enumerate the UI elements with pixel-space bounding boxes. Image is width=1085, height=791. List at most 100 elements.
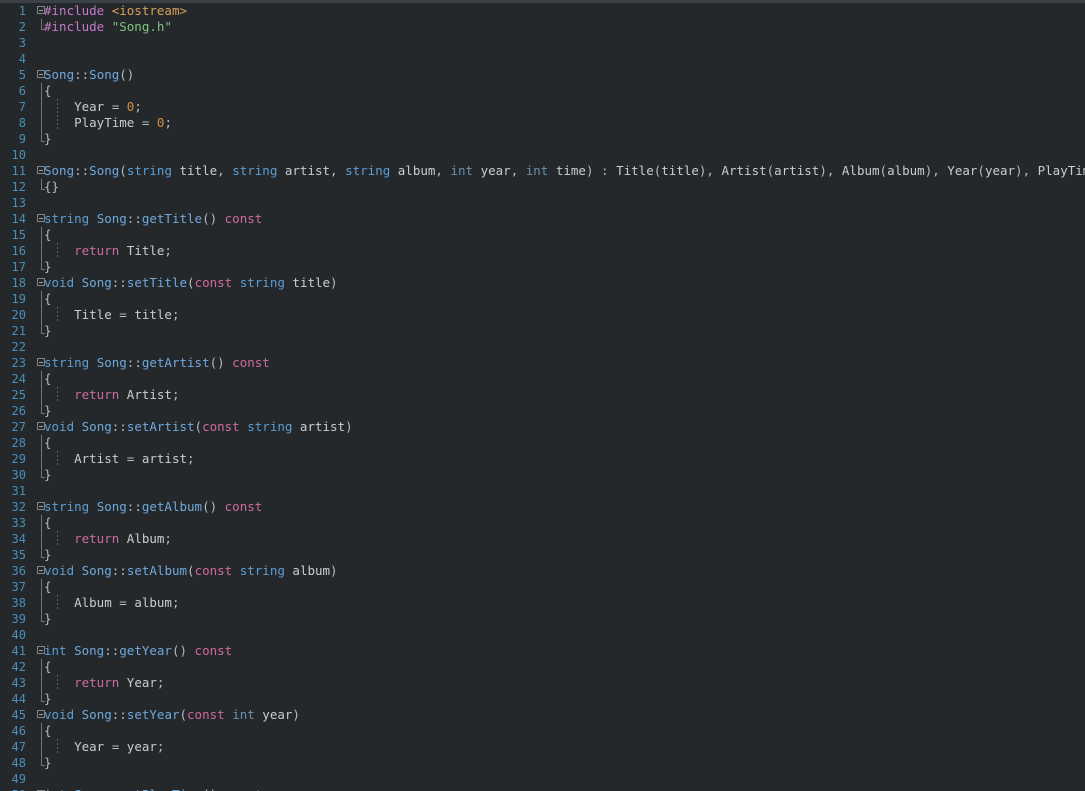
code-line[interactable]: 41 int Song::getYear() const (0, 643, 1085, 659)
code-line[interactable]: 11 Song::Song(string title, string artist… (0, 163, 1085, 179)
token-pun: ( (194, 419, 203, 434)
code-text: void Song::setArtist(const string artist… (44, 419, 353, 435)
code-line[interactable]: 23 string Song::getArtist() const (0, 355, 1085, 371)
line-number: 39 (11, 612, 26, 626)
token-id: Artist (44, 451, 127, 466)
code-line[interactable]: 43 return Year; (0, 675, 1085, 691)
token-pun: } (44, 323, 52, 338)
code-line[interactable]: 18 void Song::setTitle(const string title… (0, 275, 1085, 291)
code-line[interactable]: 27 void Song::setArtist(const string arti… (0, 419, 1085, 435)
code-line[interactable]: 9} (0, 131, 1085, 147)
line-number: 48 (11, 756, 26, 770)
code-line[interactable]: 47 Year = year; (0, 739, 1085, 755)
code-line[interactable]: 48} (0, 755, 1085, 771)
code-line[interactable]: 13 (0, 195, 1085, 211)
line-number: 45 (11, 708, 26, 722)
token-pun: () (202, 787, 225, 791)
code-line[interactable]: 29 Artist = artist; (0, 451, 1085, 467)
token-id: year (473, 163, 511, 178)
token-pp: #include (44, 3, 112, 18)
token-id: artist (774, 163, 820, 178)
token-pun: , (510, 163, 526, 178)
code-line[interactable]: 17} (0, 259, 1085, 275)
code-text: Song::Song() (44, 67, 134, 83)
code-line[interactable]: 31 (0, 483, 1085, 499)
token-pun: :: (74, 67, 90, 82)
token-id: artist (292, 419, 346, 434)
token-id: Title (616, 163, 654, 178)
token-fn: Song (89, 67, 120, 82)
code-line[interactable]: 4 (0, 51, 1085, 67)
code-line[interactable]: 6{ (0, 83, 1085, 99)
code-line[interactable]: 28 { (0, 435, 1085, 451)
code-editor[interactable]: 1 #include <iostream> 2 #include "Song.h" 3 4… (0, 0, 1085, 791)
token-id: Year (44, 99, 112, 114)
token-pun: () (209, 355, 233, 370)
code-line[interactable]: 14 string Song::getTitle() const (0, 211, 1085, 227)
code-line[interactable]: 37 { (0, 579, 1085, 595)
code-line[interactable]: 49 (0, 771, 1085, 787)
code-line[interactable]: 8 PlayTime = 0; (0, 115, 1085, 131)
code-line[interactable]: 10 (0, 147, 1085, 163)
line-number: 34 (11, 532, 26, 546)
code-line[interactable]: 19 { (0, 291, 1085, 307)
code-text: } (44, 323, 52, 339)
code-line[interactable]: 34 return Album; (0, 531, 1085, 547)
code-line[interactable]: 40 (0, 627, 1085, 643)
token-mod: return (74, 531, 120, 546)
line-number: 1 (18, 4, 26, 18)
token-fn: getArtist (141, 355, 210, 370)
code-line[interactable]: 24 { (0, 371, 1085, 387)
token-type: Song (81, 563, 112, 578)
code-line[interactable]: 7 Year = 0; (0, 99, 1085, 115)
token-type: Song (96, 211, 127, 226)
token-id: artist (141, 451, 188, 466)
code-line[interactable]: 38 Album = album; (0, 595, 1085, 611)
code-line[interactable]: 12 {} (0, 179, 1085, 195)
code-line[interactable]: 25 return Artist; (0, 387, 1085, 403)
code-line[interactable]: 21} (0, 323, 1085, 339)
token-kw: int (44, 787, 67, 791)
code-text: { (44, 659, 52, 675)
code-line[interactable]: 32 string Song::getAlbum() const (0, 499, 1085, 515)
code-line[interactable]: 22 (0, 339, 1085, 355)
code-text: Title = title; (44, 307, 179, 323)
token-pun: , (330, 163, 346, 178)
token-pun: :: (126, 211, 142, 226)
code-line[interactable]: 20 Title = title; (0, 307, 1085, 323)
code-line[interactable]: 1 #include <iostream> (0, 3, 1085, 19)
code-lines-container[interactable]: 1 #include <iostream> 2 #include "Song.h" 3 4… (0, 3, 1085, 791)
token-pun: : (601, 163, 617, 178)
code-line[interactable]: 26} (0, 403, 1085, 419)
code-line[interactable]: 44} (0, 691, 1085, 707)
code-line[interactable]: 16 return Title; (0, 243, 1085, 259)
token-mod: const (187, 707, 225, 722)
code-line[interactable]: 5 Song::Song() (0, 67, 1085, 83)
code-line[interactable]: 50 int Song::getPlayTime() const (0, 787, 1085, 791)
code-line[interactable]: 46 { (0, 723, 1085, 739)
token-pun: :: (74, 163, 90, 178)
token-id: year (254, 707, 293, 722)
token-id: Title (44, 307, 120, 322)
code-line[interactable]: 42 { (0, 659, 1085, 675)
token-pun: :: (111, 563, 127, 578)
token-mod: return (74, 675, 120, 690)
token-pun: ; (134, 99, 142, 114)
code-line[interactable]: 36 void Song::setAlbum(const string album… (0, 563, 1085, 579)
code-text: } (44, 131, 52, 147)
token-fn: setAlbum (126, 563, 188, 578)
code-line[interactable]: 33 { (0, 515, 1085, 531)
code-line[interactable]: 2 #include "Song.h" (0, 19, 1085, 35)
token-mod: const (225, 787, 263, 791)
code-line[interactable]: 45 void Song::setYear(const int year) (0, 707, 1085, 723)
code-line[interactable]: 15 { (0, 227, 1085, 243)
token-id: Album (119, 531, 165, 546)
token-kw: string (345, 163, 391, 178)
line-number: 8 (18, 116, 26, 130)
code-line[interactable]: 3 (0, 35, 1085, 51)
code-text: int Song::getYear() const (44, 643, 232, 659)
token-id: Year (44, 739, 112, 754)
code-line[interactable]: 39} (0, 611, 1085, 627)
code-line[interactable]: 30} (0, 467, 1085, 483)
code-line[interactable]: 35} (0, 547, 1085, 563)
